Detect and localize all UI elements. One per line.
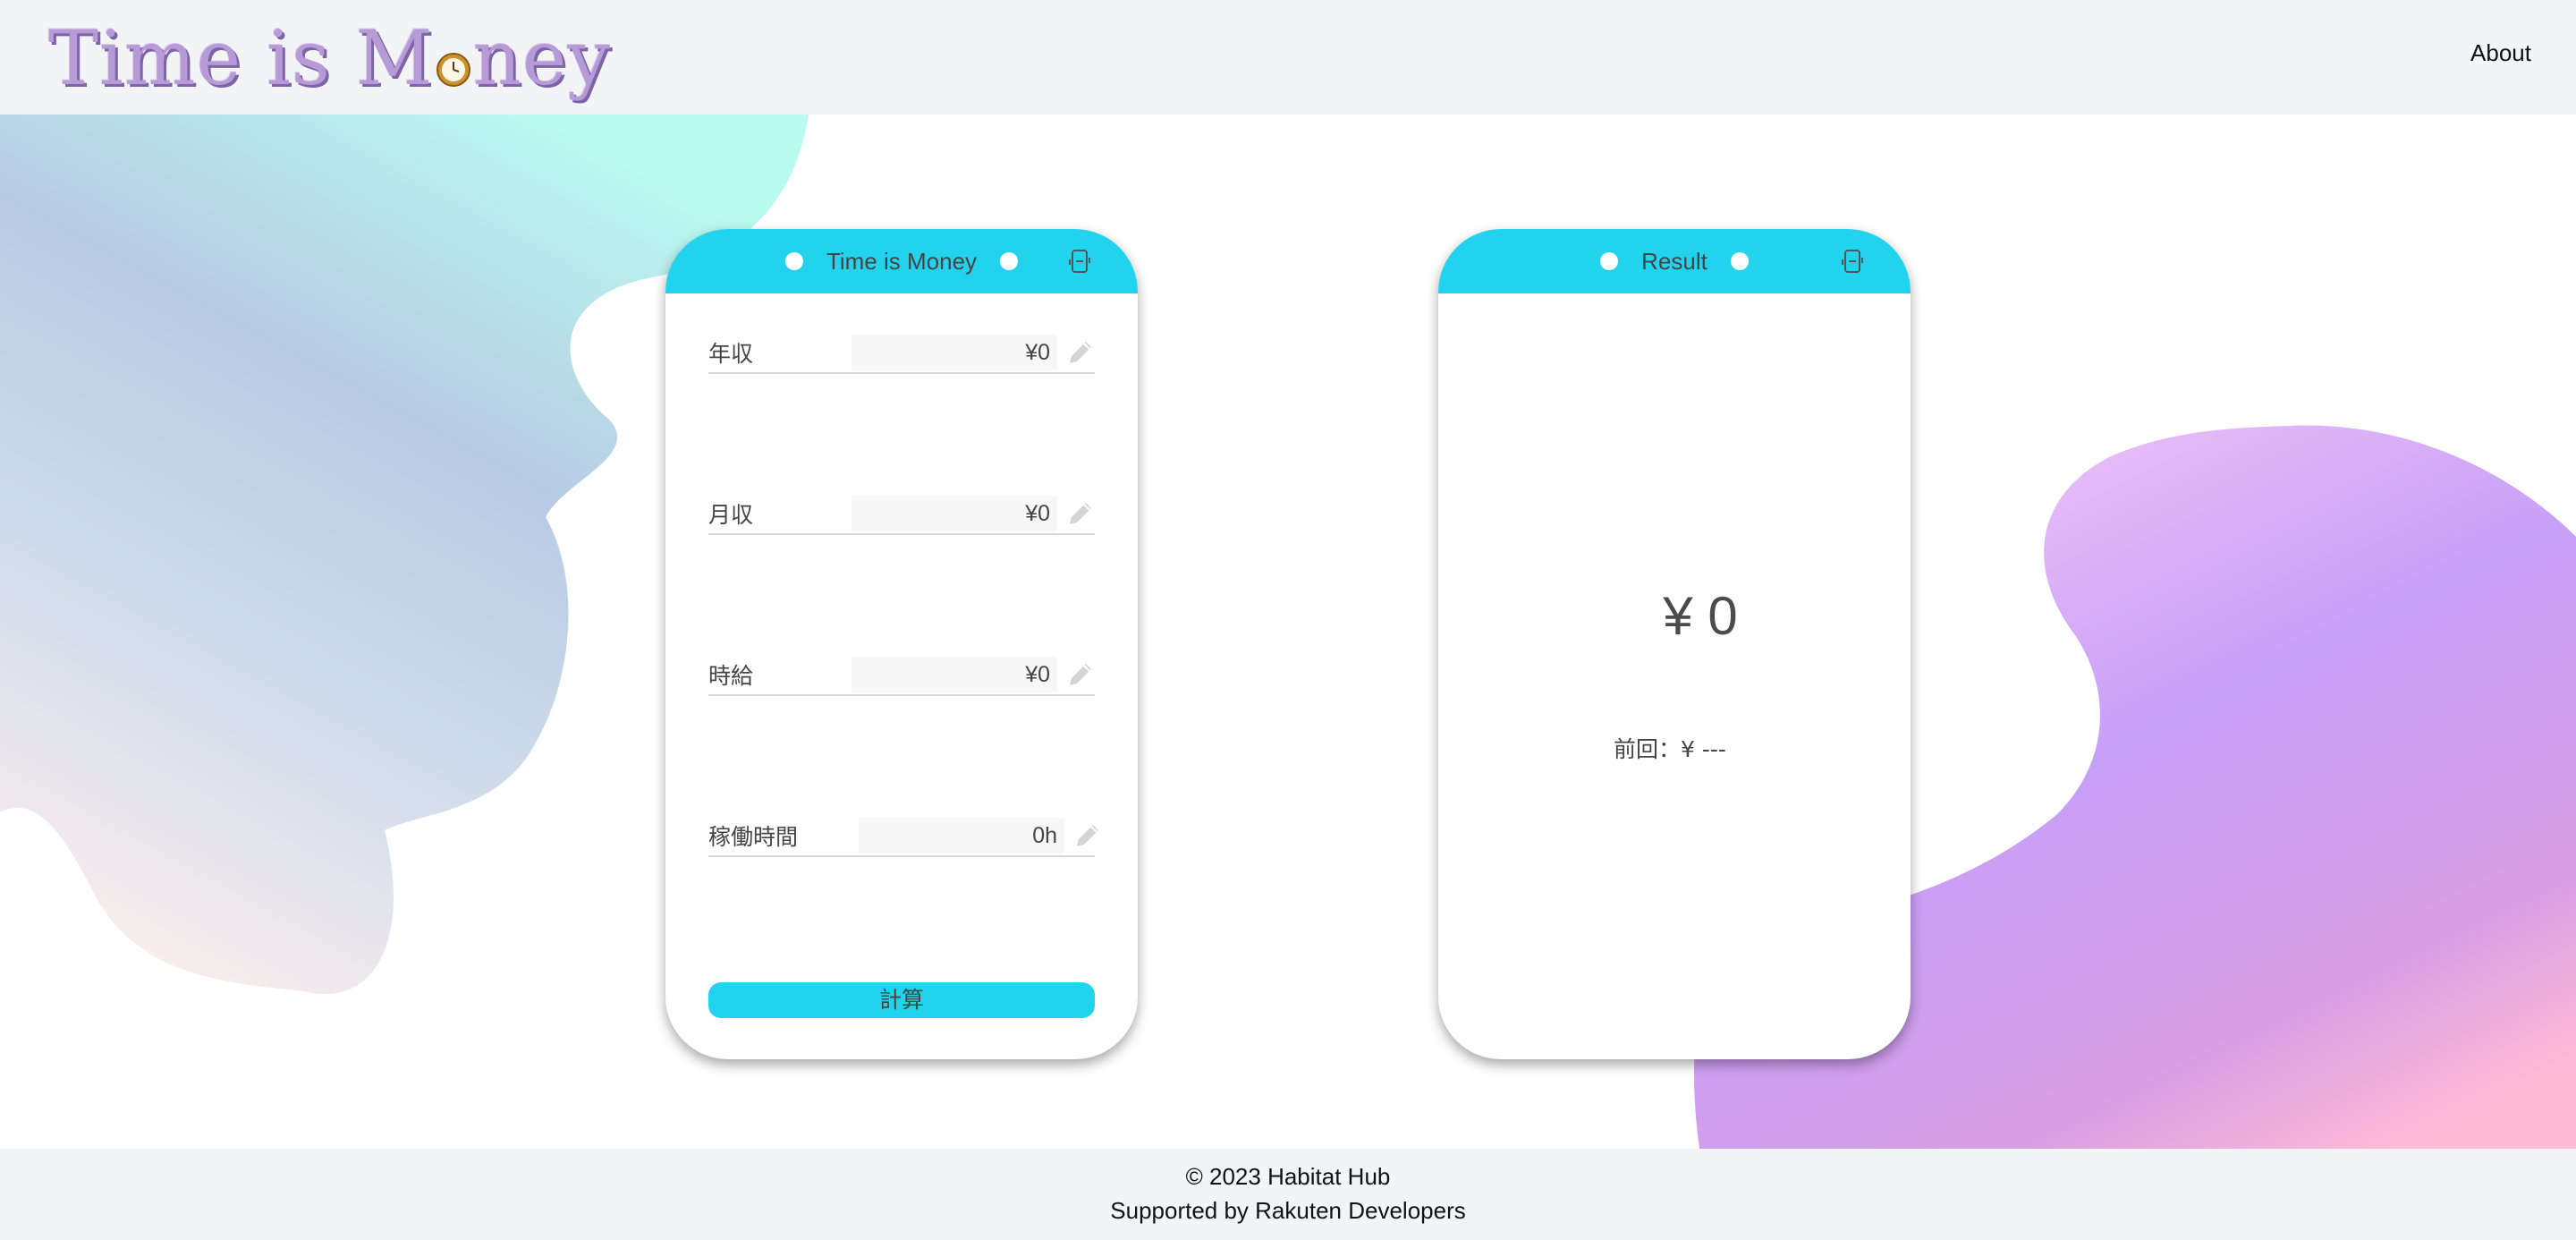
calculate-button[interactable]: 計算 xyxy=(708,982,1095,1018)
result-card-header: Result xyxy=(1438,229,1911,293)
field-label: 月収 xyxy=(708,502,754,528)
field-label: 時給 xyxy=(708,663,754,689)
previous-result: 前回：¥ --- xyxy=(1614,736,1726,762)
hourly-wage-input[interactable]: ¥0 xyxy=(852,657,1057,692)
field-working-hours: 稼働時間 0h xyxy=(708,818,1098,857)
clock-icon xyxy=(436,53,470,87)
working-hours-input[interactable]: 0h xyxy=(859,818,1064,854)
monthly-income-input[interactable]: ¥0 xyxy=(852,496,1057,531)
about-link[interactable]: About xyxy=(2470,39,2531,67)
field-annual-income: 年収 ¥0 xyxy=(708,335,1095,374)
site-logo[interactable]: Time is M ney xyxy=(48,9,611,107)
rotate-device-icon[interactable] xyxy=(1068,249,1091,274)
header-dot-right xyxy=(1730,252,1749,270)
result-amount: ¥ 0 xyxy=(1663,586,1738,646)
copyright-text: © 2023 Habitat Hub xyxy=(1185,1163,1391,1190)
calculator-card-header: Time is Money xyxy=(665,229,1138,293)
field-label: 稼働時間 xyxy=(708,824,799,850)
result-card: Result ¥ 0 前回：¥ --- xyxy=(1438,229,1911,1059)
pencil-icon xyxy=(1070,664,1091,685)
header-dot-left xyxy=(784,252,803,270)
header-dot-right xyxy=(1000,252,1019,270)
site-header: Time is M ney About xyxy=(0,0,2576,115)
logo-text-end: ney xyxy=(472,14,611,102)
header-dot-left xyxy=(1600,252,1619,270)
calculator-title: Time is Money xyxy=(826,247,978,275)
result-title: Result xyxy=(1641,247,1707,275)
calculator-card: Time is Money 年収 ¥0 月収 ¥0 時給 ¥0 稼働時間 0h … xyxy=(665,229,1138,1059)
pencil-icon xyxy=(1070,503,1091,524)
field-label: 年収 xyxy=(708,341,754,367)
supported-by-text: Supported by Rakuten Developers xyxy=(1110,1197,1466,1224)
logo-text-start: Time is M xyxy=(48,14,434,102)
pencil-icon xyxy=(1070,342,1091,363)
site-footer: © 2023 Habitat Hub Supported by Rakuten … xyxy=(0,1149,2576,1240)
field-monthly-income: 月収 ¥0 xyxy=(708,496,1095,535)
field-hourly-wage: 時給 ¥0 xyxy=(708,657,1095,696)
annual-income-input[interactable]: ¥0 xyxy=(852,335,1057,370)
rotate-device-icon[interactable] xyxy=(1841,249,1864,274)
pencil-icon xyxy=(1077,825,1098,846)
